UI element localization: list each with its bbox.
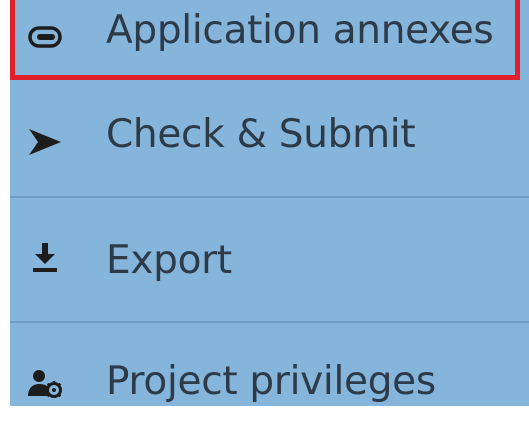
menu-divider (10, 321, 529, 323)
menu-item-label: Check & Submit (106, 112, 416, 157)
menu-item-label: Export (106, 238, 232, 283)
user-gear-icon (28, 366, 62, 400)
menu-item-label: Project privileges (106, 359, 436, 404)
menu-item-check-submit[interactable]: Check & Submit (10, 92, 529, 192)
menu-item-label: Application annexes (106, 8, 494, 53)
menu-item-application-annexes[interactable]: Application annexes (10, 0, 529, 82)
menu-item-project-privileges[interactable]: Project privileges (10, 326, 529, 406)
menu-divider (10, 196, 529, 198)
menu-item-export[interactable]: Export (10, 200, 529, 318)
download-icon (28, 240, 62, 274)
send-icon (28, 125, 62, 159)
sidebar-menu: Application annexes Check & Submit Expor… (10, 0, 529, 406)
paperclip-icon (28, 20, 62, 54)
